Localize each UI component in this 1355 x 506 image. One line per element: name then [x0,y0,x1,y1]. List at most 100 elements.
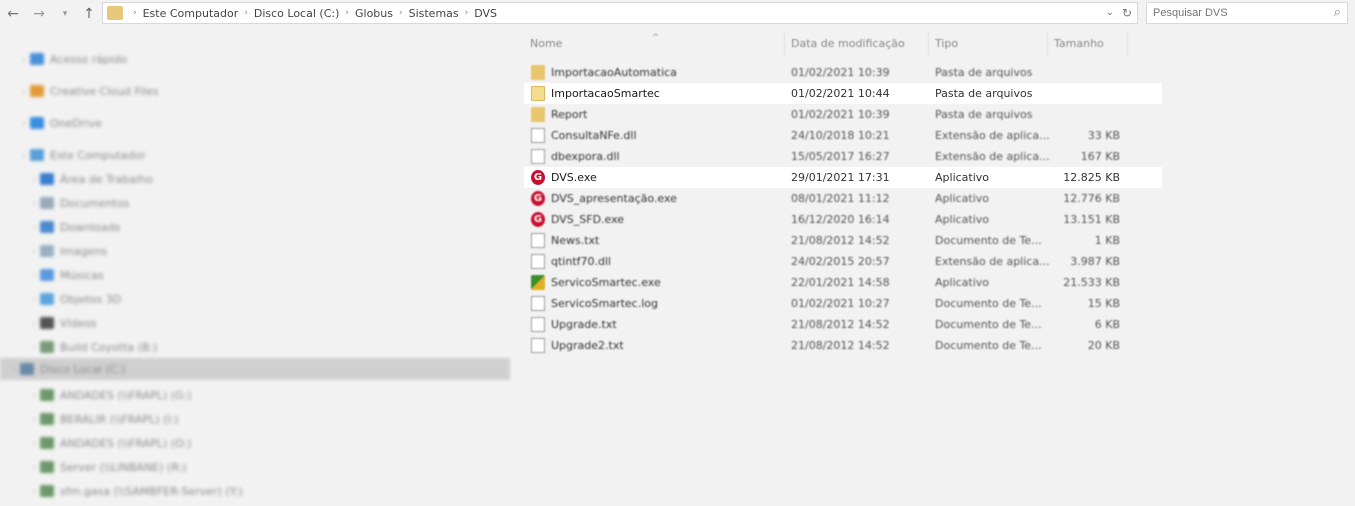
sidebar-item[interactable]: › ANDADES (\\FRAPL) (O:) [0,432,510,454]
file-type: Documento de Te... [935,339,1042,352]
file-icon [531,338,545,353]
address-bar[interactable]: › Este Computador › Disco Local (C:) › G… [102,2,1138,24]
file-type: Aplicativo [935,192,990,205]
drive-icon [30,53,44,65]
up-arrow-icon[interactable]: ↑ [80,4,98,24]
file-row[interactable]: dbexpora.dll 15/05/2017 16:27 Extensão de … [524,146,1124,167]
file-row[interactable]: ServicoSmartec.exe 22/01/2021 14:58 Aplica… [524,272,1124,293]
sidebar-item[interactable]: › Músicas [0,264,510,286]
column-header-date[interactable]: Data de modificação [785,32,929,56]
chevron-right-icon[interactable]: › [28,175,40,184]
chevron-right-icon[interactable]: › [28,343,40,352]
sidebar-item[interactable]: › Build Coyotta (B:) [0,336,510,358]
globus-app-icon: G [531,170,545,185]
forward-arrow-icon[interactable]: → [30,4,48,24]
chevron-right-icon[interactable]: › [28,439,40,448]
file-name: ServicoSmartec.log [551,297,658,310]
file-row[interactable]: Report 01/02/2021 10:39 Pasta de arquivos [524,104,1124,125]
search-icon[interactable]: ⌕ [1334,5,1341,20]
drive-icon [40,269,54,281]
chevron-right-icon[interactable]: › [8,365,20,374]
file-row[interactable]: G DVS_SFD.exe 16/12/2020 16:14 Aplicativo 13… [524,209,1124,230]
chevron-right-icon[interactable]: › [18,119,30,128]
file-date-modified: 01/02/2021 10:44 [791,87,890,100]
file-type: Extensão de aplica... [935,255,1050,268]
breadcrumb: › Este Computador › Disco Local (C:) › G… [127,3,497,23]
chevron-right-icon[interactable]: › [18,55,30,64]
chevron-down-icon[interactable]: ⌄ [1103,3,1117,23]
sidebar-item[interactable]: › Área de Trabalho [0,168,510,190]
sidebar-item[interactable]: › Creative Cloud Files [0,80,510,102]
file-type: Pasta de arquivos [935,108,1033,121]
breadcrumb-item-sistemas[interactable]: Sistemas [409,7,459,20]
sidebar-item[interactable]: › Server (\\LINBANE) (R:) [0,456,510,478]
sidebar-item[interactable]: › Objetos 3D [0,288,510,310]
chevron-right-icon[interactable]: › [18,87,30,96]
refresh-icon[interactable]: ↻ [1119,3,1135,23]
breadcrumb-item-globus[interactable]: Globus [355,7,393,20]
chevron-right-icon[interactable]: › [28,247,40,256]
breadcrumb-item-este-computador[interactable]: Este Computador [143,7,239,20]
file-name: ImportacaoAutomatica [551,66,677,79]
chevron-right-icon[interactable]: › [28,295,40,304]
search-box: ⌕ [1146,2,1348,24]
chevron-right-icon[interactable]: › [28,487,40,496]
breadcrumb-item-dvs[interactable]: DVS [474,7,497,20]
breadcrumb-item-disco-local[interactable]: Disco Local (C:) [254,7,340,20]
sidebar-item[interactable]: › Acesso rápido [0,48,510,70]
drive-icon [40,293,54,305]
file-row[interactable]: ConsultaNFe.dll 24/10/2018 10:21 Extensão … [524,125,1124,146]
file-type: Pasta de arquivos [935,87,1033,100]
sidebar-item[interactable]: › Downloads [0,216,510,238]
chevron-right-icon[interactable]: › [28,199,40,208]
file-row[interactable]: G DVS_apresentação.exe 08/01/2021 11:12 Apl… [524,188,1124,209]
file-icon [531,254,545,269]
file-type: Pasta de arquivos [935,66,1033,79]
sidebar-item-label: Objetos 3D [60,292,122,306]
column-header-size[interactable]: Tamanho [1048,32,1128,56]
file-row[interactable]: Upgrade.txt 21/08/2012 14:52 Documento de … [524,314,1124,335]
sidebar-item-label: ANDADES (\\FRAPL) (G:) [60,388,192,402]
file-row[interactable]: qtintf70.dll 24/02/2015 20:57 Extensão de … [524,251,1124,272]
file-row[interactable]: ServicoSmartec.log 01/02/2021 10:27 Docume… [524,293,1124,314]
file-name: Upgrade.txt [551,318,617,331]
file-row[interactable]: G DVS.exe 29/01/2021 17:31 Aplicativo 12.825… [524,167,1162,188]
sidebar-item[interactable]: › OneDrive [0,112,510,134]
sidebar-item[interactable]: › sfm.gasa (\\SAMBFER-Server) (Y:) [0,480,510,502]
file-icon [531,149,545,164]
sidebar-item-label: ANDADES (\\FRAPL) (O:) [60,436,192,450]
file-date-modified: 21/08/2012 14:52 [791,339,890,352]
sidebar-item[interactable]: › Este Computador [0,144,510,166]
file-row[interactable]: Upgrade2.txt 21/08/2012 14:52 Documento de… [524,335,1124,356]
sidebar-item[interactable]: › Vídeos [0,312,510,334]
chevron-right-icon[interactable]: › [28,223,40,232]
back-arrow-icon[interactable]: ← [4,4,22,24]
chevron-right-icon[interactable]: › [28,391,40,400]
sidebar-item[interactable]: › ANDADES (\\FRAPL) (G:) [0,384,510,406]
file-date-modified: 01/02/2021 10:27 [791,297,890,310]
sidebar-item-label: Imagens [60,244,108,258]
file-name: News.txt [551,234,600,247]
recent-locations-chevron-icon[interactable]: ▾ [56,4,74,24]
chevron-right-icon[interactable]: › [28,415,40,424]
sidebar-item[interactable]: › BERALIR (\\FRAPL) (I:) [0,408,510,430]
chevron-right-icon[interactable]: › [28,463,40,472]
sidebar-item-label: Creative Cloud Files [50,84,159,98]
file-row[interactable]: ImportacaoSmartec 01/02/2021 10:44 Pasta d… [524,83,1162,104]
sidebar-item-label: OneDrive [50,116,102,130]
sidebar-item[interactable]: › Documentos [0,192,510,214]
search-input[interactable] [1153,5,1323,21]
file-date-modified: 24/02/2015 20:57 [791,255,890,268]
column-header-type[interactable]: Tipo [929,32,1048,56]
chevron-right-icon[interactable]: › [28,271,40,280]
sidebar-item[interactable]: › Imagens [0,240,510,262]
file-name: DVS_apresentação.exe [551,192,677,205]
sidebar-item[interactable]: › Disco Local (C:) [0,358,510,380]
chevron-right-icon[interactable]: › [28,319,40,328]
file-type: Documento de Te... [935,318,1042,331]
chevron-right-icon[interactable]: › [18,151,30,160]
file-row[interactable]: News.txt 21/08/2012 14:52 Documento de Te.… [524,230,1124,251]
file-row[interactable]: ImportacaoAutomatica 01/02/2021 10:39 Past… [524,62,1124,83]
column-header-name[interactable]: Nome ^ [524,32,785,56]
file-date-modified: 21/08/2012 14:52 [791,318,890,331]
